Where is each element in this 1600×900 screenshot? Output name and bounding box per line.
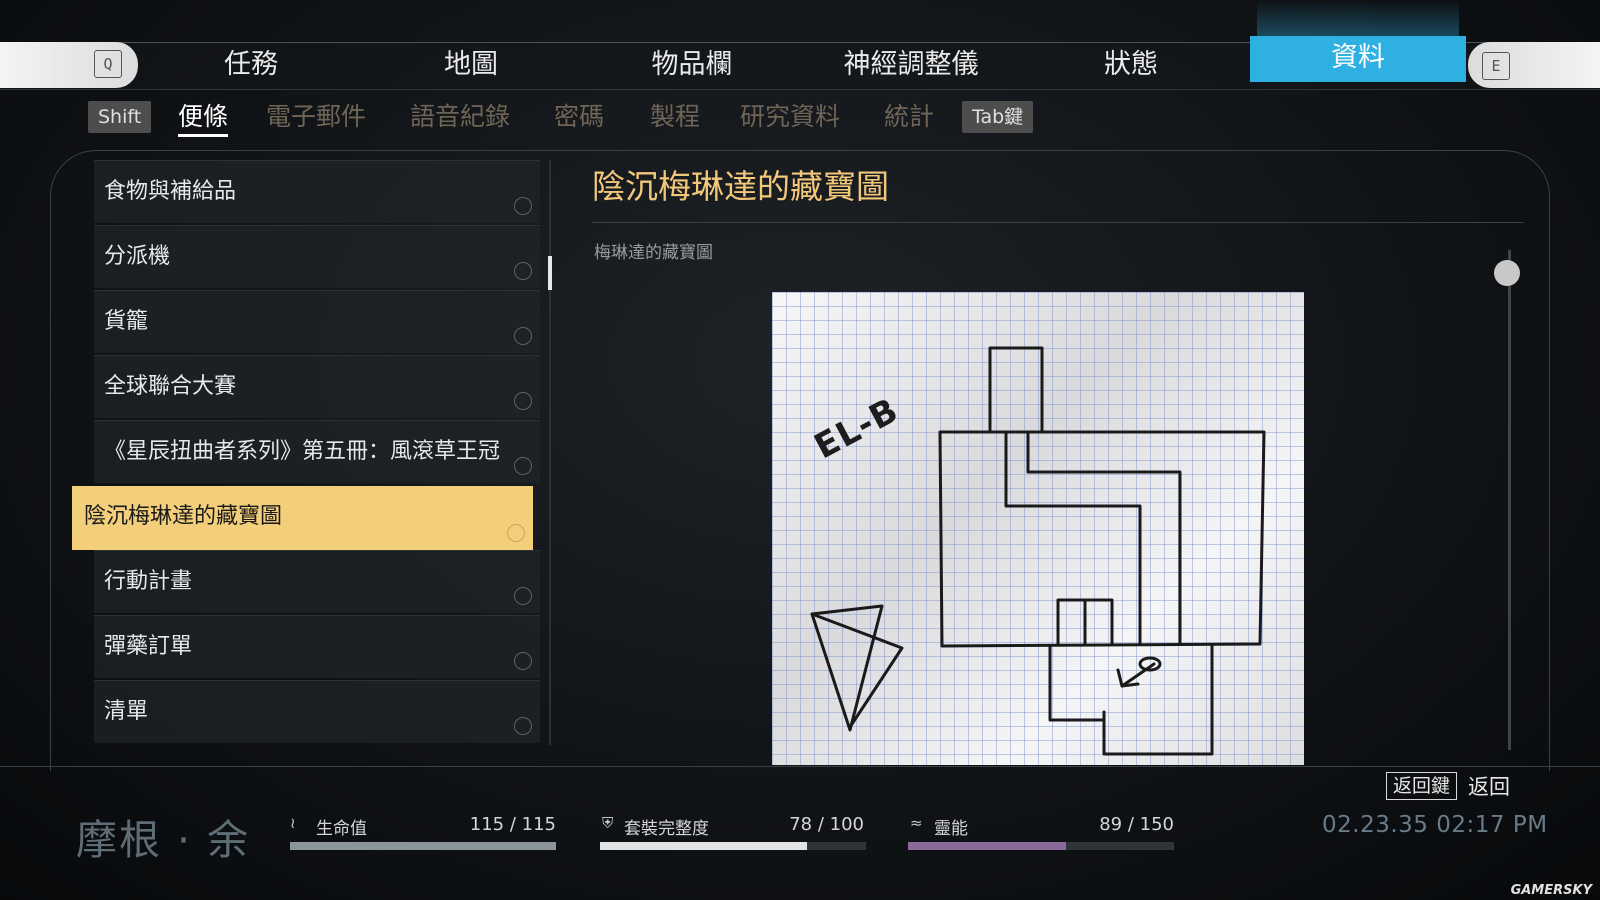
watermark: GAMERSKY: [1510, 883, 1592, 898]
psi-value: 89 / 150: [1099, 814, 1174, 835]
list-item-label: 彈藥訂單: [104, 634, 193, 659]
read-indicator-icon: [514, 652, 532, 670]
list-item-label: 貨籠: [104, 309, 149, 334]
list-item-selected[interactable]: 陰沉梅琳達的藏寶圖: [72, 486, 533, 550]
back-button[interactable]: 返回: [1468, 772, 1510, 802]
read-indicator-icon: [514, 587, 532, 605]
shift-key-hint[interactable]: Shift: [88, 101, 152, 133]
active-tab-glow: [1257, 0, 1459, 36]
tab-map[interactable]: 地圖: [416, 42, 526, 88]
suit-label: 套裝完整度: [624, 819, 709, 839]
suit-bar: [600, 842, 866, 850]
tab-status[interactable]: 狀態: [1076, 42, 1186, 88]
list-item-label: 食物與補給品: [104, 179, 237, 204]
list-scrollbar[interactable]: [549, 160, 551, 745]
read-indicator-icon: [514, 717, 532, 735]
health-value: 115 / 115: [469, 814, 556, 835]
subtab-notes[interactable]: 便條: [178, 98, 229, 137]
list-item-label: 清單: [104, 699, 149, 724]
game-clock: 02.23.35 02:17 PM: [1322, 812, 1548, 838]
list-item[interactable]: 彈藥訂單: [94, 615, 540, 678]
subtab-stats[interactable]: 統計: [884, 98, 934, 136]
subtab-fabrication[interactable]: 製程: [650, 98, 700, 136]
list-item-label: 分派機: [104, 244, 171, 269]
back-key-hint[interactable]: 返回鍵: [1386, 772, 1458, 800]
tab-key-hint[interactable]: Tab鍵: [962, 101, 1034, 133]
read-indicator-icon: [514, 327, 532, 345]
e-key-icon: E: [1482, 52, 1510, 80]
health-label: 生命值: [316, 819, 367, 839]
detail-scrollbar[interactable]: [1508, 250, 1511, 750]
detail-scrollbar-thumb[interactable]: [1494, 260, 1520, 286]
list-item[interactable]: 《星辰扭曲者系列》第五冊：風滾草王冠: [94, 420, 540, 483]
treasure-map-image: EL-B: [772, 292, 1304, 765]
pulse-icon: ≀: [290, 814, 296, 832]
tab-missions[interactable]: 任務: [196, 42, 306, 88]
prev-category-key[interactable]: Q: [0, 42, 138, 88]
shield-icon: ⛨: [602, 814, 614, 832]
read-indicator-icon: [514, 262, 532, 280]
list-item[interactable]: 清單: [94, 680, 540, 743]
psi-icon: ≈: [910, 814, 923, 832]
subtab-email[interactable]: 電子郵件: [266, 98, 366, 136]
suit-value: 78 / 100: [789, 814, 864, 835]
read-indicator-icon: [514, 197, 532, 215]
next-category-key[interactable]: E: [1468, 42, 1600, 88]
list-item[interactable]: 行動計畫: [94, 550, 540, 613]
title-divider: [592, 222, 1524, 223]
q-key-icon: Q: [94, 50, 122, 78]
suit-bar-fill: [600, 842, 808, 850]
tab-neuromod[interactable]: 神經調整儀: [836, 42, 986, 88]
subtab-research[interactable]: 研究資料: [740, 98, 840, 136]
list-item[interactable]: 食物與補給品: [94, 160, 540, 223]
psi-bar-fill: [908, 842, 1066, 850]
player-name: 摩根 · 余: [76, 816, 251, 864]
psi-bar: [908, 842, 1174, 850]
tab-inventory[interactable]: 物品欄: [630, 42, 754, 88]
tab-data[interactable]: 資料: [1250, 36, 1466, 82]
note-subtitle: 梅琳達的藏寶圖: [594, 243, 713, 263]
psi-label: 靈能: [934, 819, 968, 839]
list-item-label: 陰沉梅琳達的藏寶圖: [84, 504, 283, 529]
list-item[interactable]: 全球聯合大賽: [94, 355, 540, 418]
list-item-label: 全球聯合大賽: [104, 374, 237, 399]
list-item-label: 《星辰扭曲者系列》第五冊：風滾草王冠: [104, 439, 501, 464]
subtab-audio-logs[interactable]: 語音紀錄: [410, 98, 510, 136]
list-item-label: 行動計畫: [104, 569, 193, 594]
map-sketch: [810, 346, 1266, 756]
footer-divider: [0, 766, 1600, 767]
read-indicator-icon: [514, 392, 532, 410]
list-item[interactable]: 分派機: [94, 225, 540, 288]
subtab-codes[interactable]: 密碼: [554, 98, 604, 136]
note-title: 陰沉梅琳達的藏寶圖: [592, 167, 889, 206]
top-nav: Q 任務 地圖 物品欄 神經調整儀 狀態 資料 E: [0, 0, 1600, 92]
read-indicator-icon: [514, 457, 532, 475]
health-bar: [290, 842, 556, 850]
list-scrollbar-thumb[interactable]: [548, 256, 552, 290]
read-indicator-icon: [507, 524, 525, 542]
health-bar-fill: [290, 842, 556, 850]
list-item[interactable]: 貨籠: [94, 290, 540, 353]
